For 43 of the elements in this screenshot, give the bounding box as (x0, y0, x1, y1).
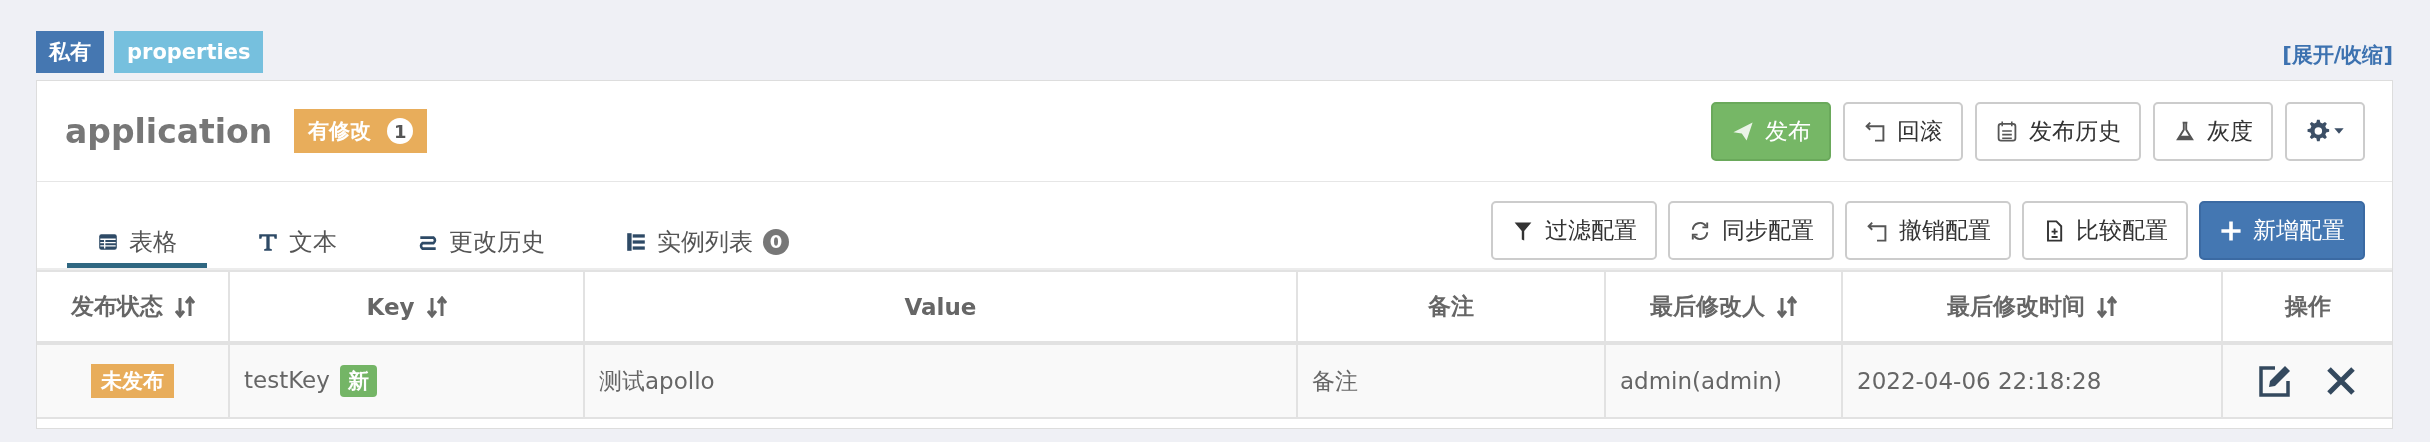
rollback-button[interactable]: 回滚 (1843, 101, 1963, 161)
column-title: Key (366, 293, 415, 320)
format-tag: properties (114, 31, 264, 73)
count-badge: 0 (763, 228, 789, 255)
canary-button[interactable]: 灰度 (2153, 101, 2273, 161)
compare-config-button[interactable]: 比较配置 (2022, 201, 2188, 260)
settings-button[interactable] (2285, 101, 2365, 161)
namespace-title: application (65, 111, 273, 151)
table-cell: 备注 (1297, 343, 1605, 418)
calendar-icon (1995, 119, 2019, 143)
sort-icon[interactable] (1777, 295, 1797, 318)
column-title: 操作 (2284, 292, 2331, 321)
plus-icon (2219, 218, 2243, 243)
add-config-button[interactable]: 新增配置 (2199, 201, 2365, 260)
sort-icon[interactable] (174, 295, 195, 318)
history-button[interactable]: 发布历史 (1975, 101, 2141, 161)
revoke-config-button[interactable]: 撤销配置 (1845, 201, 2011, 260)
column-title: 最后修改人 (1650, 292, 1765, 321)
key-text: testKey (244, 367, 330, 393)
table-cell: 2022-04-06 22:18:28 (1842, 343, 2222, 418)
filter-config-button[interactable]: 过滤配置 (1491, 201, 1657, 260)
edit-icon[interactable] (2256, 363, 2293, 399)
sync-config-button[interactable]: 同步配置 (1668, 201, 1834, 260)
sort-icon[interactable] (2097, 295, 2117, 318)
column-title: 最后修改时间 (1947, 292, 2085, 321)
view-tab[interactable]: 文本 (227, 220, 367, 268)
scope-tag: 私有 (36, 31, 104, 73)
new-badge: 新 (339, 365, 377, 397)
column-title: 发布状态 (70, 292, 163, 321)
sort-icon[interactable] (426, 295, 447, 318)
return-arrow-icon (1863, 119, 1887, 143)
modified-badge: 有修改 1 (294, 109, 428, 153)
expand-collapse-link[interactable]: [展开/收缩] (2282, 41, 2393, 73)
modified-count: 1 (387, 118, 414, 144)
view-tab[interactable]: 表格 (67, 220, 207, 268)
view-tab[interactable]: 更改历史 (387, 220, 575, 268)
list-icon (625, 230, 647, 253)
view-tab[interactable]: 实例列表 0 (595, 220, 819, 268)
table-cell: admin(admin) (1605, 343, 1842, 418)
column-title: Value (904, 293, 977, 320)
unpublished-badge: 未发布 (91, 364, 174, 398)
table-cell: 测试apollo (584, 343, 1297, 418)
column-title: 备注 (1428, 292, 1474, 321)
